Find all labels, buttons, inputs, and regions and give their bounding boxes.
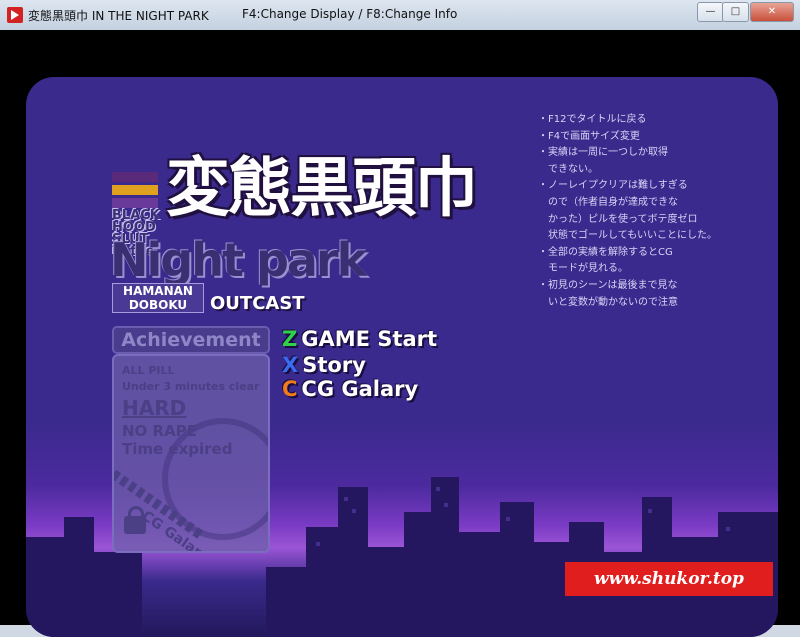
instructions-text: ・F12でタイトルに戻る ・F4で画面サイズ変更 ・実績は一周に一つしか取得 で… (538, 112, 738, 311)
title-screen[interactable]: 変態黒頭巾 BLACK HOOD SLUT in the Night park … (26, 77, 778, 637)
window-info-text: F4:Change Display / F8:Change Info (242, 7, 458, 21)
note-line: ので（作者自身が達成できな (538, 196, 678, 208)
note-line: ・ノーレイプクリアは難しすぎる (538, 180, 688, 192)
note-line: できない。 (538, 163, 598, 175)
maker-logo: HAMANAN DOBOKU (112, 283, 204, 313)
menu-game-start[interactable]: Z GAME Start (282, 327, 437, 351)
note-line: ・F12でタイトルに戻る (538, 114, 647, 125)
achievement-item: HARD (122, 396, 187, 420)
note-line: かった）ピルを使ってボテ度ゼロ (538, 213, 698, 225)
achievement-item: NO RAPE (122, 422, 197, 440)
menu-story[interactable]: X Story (282, 353, 366, 377)
key-z-label: Z (282, 327, 298, 351)
note-line: モードが見れる。 (538, 263, 628, 275)
note-line: ・実績は一周に一つしか取得 (538, 147, 668, 159)
logo-night-park: Night park (110, 233, 367, 287)
logo-stripes (112, 172, 158, 211)
close-button[interactable]: ✕ (750, 2, 794, 22)
key-c-label: C (282, 377, 298, 401)
minimize-button[interactable]: — (697, 2, 724, 22)
window-titlebar: 変態黒頭巾 IN THE NIGHT PARK F4:Change Displa… (0, 0, 800, 31)
lock-icon (124, 506, 146, 534)
achievement-item: Under 3 minutes clear (122, 380, 260, 393)
achievement-item: ALL PILL (122, 364, 175, 377)
game-frame: 変態黒頭巾 BLACK HOOD SLUT in the Night park … (0, 30, 800, 637)
game-title-logo: 変態黒頭巾 (166, 151, 478, 226)
menu-label: Story (302, 353, 366, 377)
note-line: ・全部の実績を解除するとCG (538, 246, 673, 258)
key-x-label: X (282, 353, 299, 377)
menu-label: CG Galary (301, 377, 419, 401)
menu-cg-galary[interactable]: C CG Galary (282, 377, 418, 401)
watermark-banner: www.shukor.top (565, 562, 773, 596)
note-line: ・F4で画面サイズ変更 (538, 130, 640, 142)
menu-label: GAME Start (301, 327, 438, 351)
window-title: 変態黒頭巾 IN THE NIGHT PARK (28, 9, 209, 23)
note-line: いと変数が動かないので注意 (538, 296, 678, 308)
achievement-item: Time expired (122, 440, 233, 458)
app-icon (7, 7, 23, 23)
outcast-logo: OUTCAST (210, 293, 305, 314)
note-line: ・初見のシーンは最後まで見な (538, 279, 678, 291)
note-line: 状態でゴールしてもいいことにした。 (538, 230, 717, 242)
achievement-header: Achievement (112, 326, 270, 354)
achievement-panel: ALL PILL Under 3 minutes clear HARD NO R… (112, 354, 270, 553)
maximize-button[interactable]: □ (722, 2, 749, 22)
